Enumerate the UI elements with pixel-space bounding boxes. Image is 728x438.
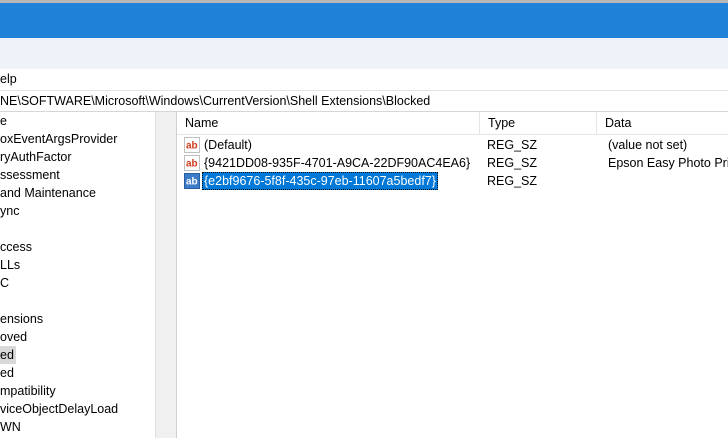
value-type: REG_SZ [487, 138, 538, 152]
address-path[interactable]: NE\SOFTWARE\Microsoft\Windows\CurrentVer… [0, 94, 430, 108]
tree-item[interactable]: ccess [0, 238, 32, 256]
tree-item-selected[interactable]: ed [0, 346, 16, 364]
tree-scrollbar[interactable] [155, 112, 172, 438]
tree-item[interactable]: oved [0, 328, 27, 346]
svg-text:ab: ab [186, 177, 198, 188]
value-data: Epson Easy Photo Print [608, 156, 728, 170]
column-header-name[interactable]: Name [177, 112, 480, 135]
value-type: REG_SZ [487, 156, 538, 170]
tree-item[interactable]: ssessment [0, 166, 60, 184]
tree-item[interactable]: ed [0, 364, 14, 382]
string-value-icon: ab [184, 155, 200, 171]
svg-text:ab: ab [186, 141, 198, 152]
menu-item-help[interactable]: elp [0, 72, 17, 86]
list-item[interactable]: ab {9421DD08-935F-4701-A9CA-22DF90AC4EA6… [177, 154, 728, 172]
column-header-data[interactable]: Data [597, 112, 728, 135]
value-name: {e2bf9676-5f8f-435c-97eb-11607a5bedf7} [202, 172, 438, 190]
values-list[interactable]: Name Type Data ab (Default) REG_SZ (valu… [176, 112, 728, 438]
value-name: (Default) [204, 138, 252, 152]
tree-item[interactable]: e [0, 112, 7, 130]
tree-item[interactable]: mpatibility [0, 382, 56, 400]
key-tree[interactable]: e oxEventArgsProvider ryAuthFactor ssess… [0, 112, 155, 438]
list-item-selected[interactable]: ab {e2bf9676-5f8f-435c-97eb-11607a5bedf7… [177, 172, 728, 190]
tree-item[interactable]: ensions [0, 310, 43, 328]
value-name: {9421DD08-935F-4701-A9CA-22DF90AC4EA6} [204, 156, 471, 170]
tree-item[interactable]: C [0, 274, 9, 292]
tree-item[interactable]: ync [0, 202, 19, 220]
toolbar-area [0, 38, 728, 69]
string-value-icon: ab [184, 137, 200, 153]
tree-item[interactable]: WN [0, 418, 21, 436]
address-bar[interactable]: NE\SOFTWARE\Microsoft\Windows\CurrentVer… [0, 90, 728, 112]
tree-item[interactable]: LLs [0, 256, 20, 274]
svg-text:ab: ab [186, 159, 198, 170]
tree-item[interactable]: viceObjectDelayLoad [0, 400, 118, 418]
value-type: REG_SZ [487, 174, 538, 188]
menu-bar: elp [0, 69, 728, 90]
string-value-icon: ab [184, 173, 200, 189]
value-data: (value not set) [608, 138, 688, 152]
tree-item[interactable]: oxEventArgsProvider [0, 130, 117, 148]
list-item[interactable]: ab (Default) REG_SZ (value not set) [177, 136, 728, 154]
column-header-type[interactable]: Type [480, 112, 597, 135]
tree-item[interactable]: ryAuthFactor [0, 148, 72, 166]
title-bar[interactable] [0, 3, 728, 38]
tree-item[interactable]: and Maintenance [0, 184, 96, 202]
